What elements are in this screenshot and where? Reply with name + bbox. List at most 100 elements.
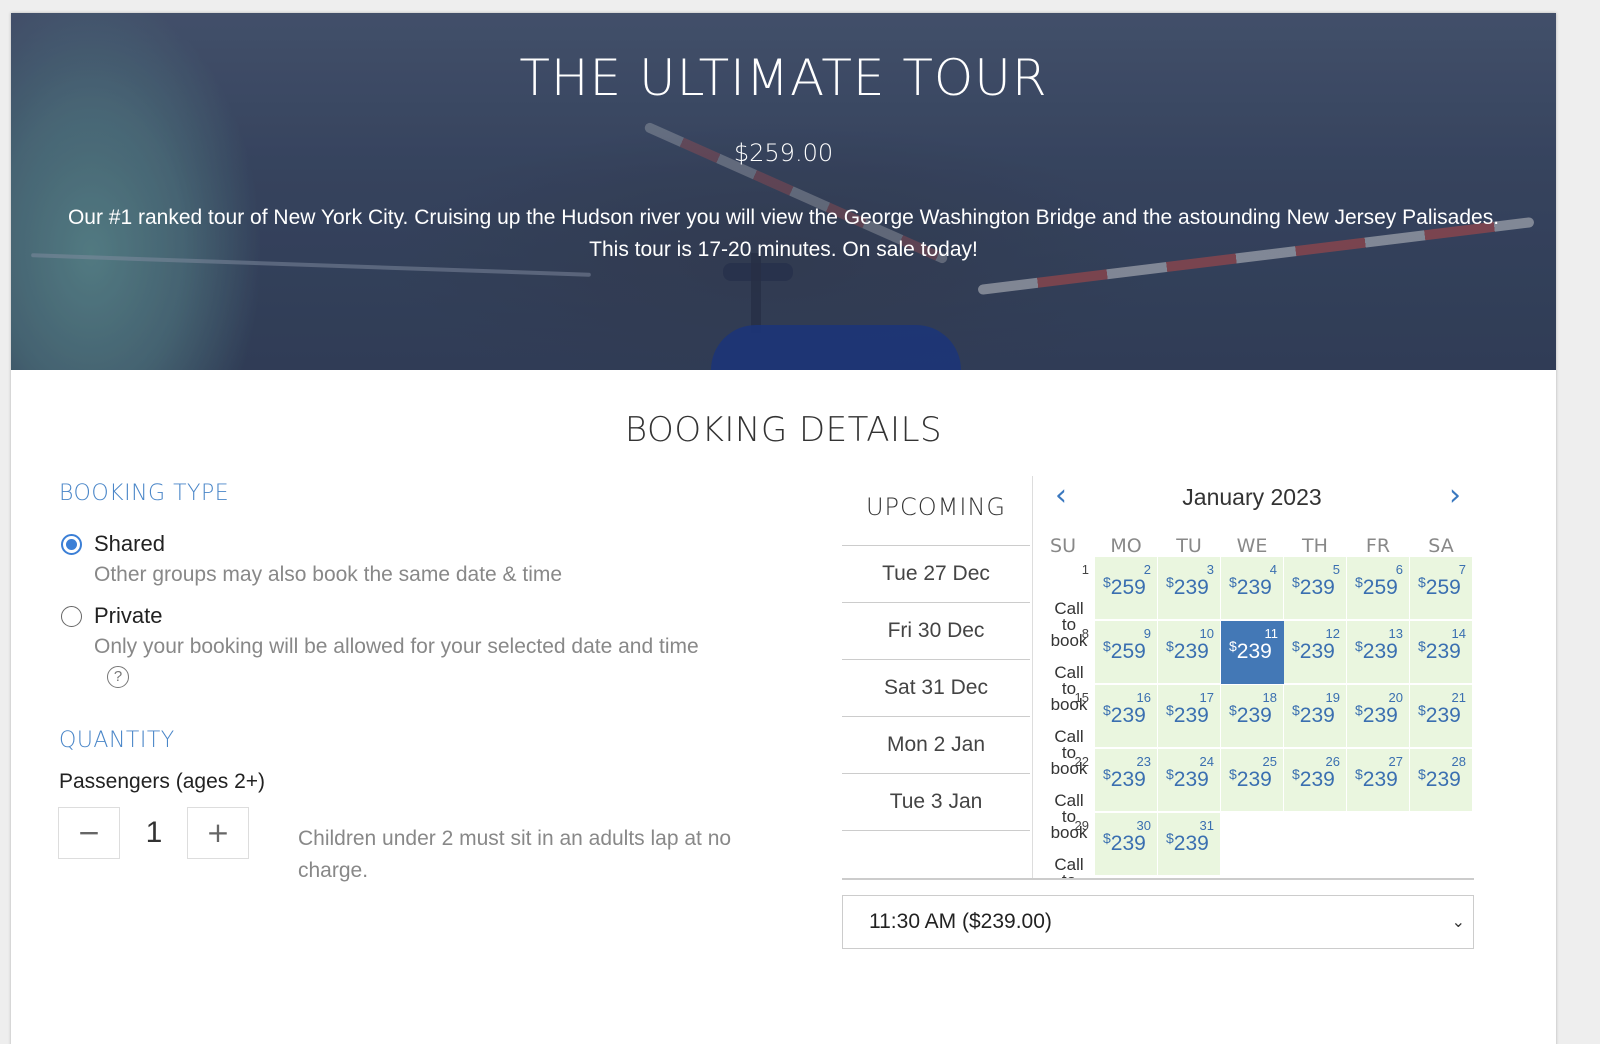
calendar-day[interactable]: 17 $239 bbox=[1158, 685, 1221, 748]
calendar-day[interactable]: 30 $239 bbox=[1095, 813, 1158, 876]
calendar-bottom-divider bbox=[842, 878, 1474, 880]
calendar-day-number: 16 bbox=[1136, 690, 1151, 705]
upcoming-date[interactable]: Tue 27 Dec bbox=[842, 545, 1030, 602]
quantity-label: QUANTITY bbox=[59, 728, 175, 753]
calendar-day-number: 24 bbox=[1199, 754, 1214, 769]
tour-price: $259.00 bbox=[733, 139, 834, 167]
time-select-value: 11:30 AM ($239.00) bbox=[869, 910, 1052, 933]
weekday-label: TH bbox=[1302, 535, 1328, 557]
calendar-month-title: January 2023 bbox=[1182, 484, 1322, 510]
calendar-day[interactable]: 9 $259 bbox=[1095, 621, 1158, 684]
calendar-day-number: 7 bbox=[1458, 562, 1466, 577]
calendar-day[interactable]: 28 $239 bbox=[1410, 749, 1473, 812]
calendar-day-price: $239 bbox=[1229, 766, 1272, 791]
help-icon[interactable]: ? bbox=[107, 666, 129, 688]
calendar-day-price: $239 bbox=[1229, 574, 1272, 599]
call-to-book-text: Call to book bbox=[1054, 855, 1084, 879]
children-note: Children under 2 must sit in an adults l… bbox=[298, 827, 732, 882]
calendar-day-number: 8 bbox=[1081, 626, 1089, 641]
upcoming-date[interactable]: Mon 2 Jan bbox=[842, 716, 1030, 773]
calendar-day-number: 12 bbox=[1325, 626, 1340, 641]
calendar-day-number: 6 bbox=[1395, 562, 1403, 577]
calendar-day-number: 11 bbox=[1264, 626, 1279, 641]
calendar-day[interactable]: 16 $239 bbox=[1095, 685, 1158, 748]
calendar-day-number: 31 bbox=[1199, 818, 1214, 833]
calendar-day-call-to-book: 15 Call to book bbox=[1032, 685, 1095, 777]
calendar-day-call-to-book: 8 Call to book bbox=[1032, 621, 1095, 713]
calendar-day-price: $239 bbox=[1166, 702, 1209, 727]
calendar-day-number: 13 bbox=[1388, 626, 1403, 641]
chevron-down-icon: ⌄ bbox=[1451, 912, 1465, 931]
calendar-day-number: 23 bbox=[1136, 754, 1151, 769]
calendar-day[interactable]: 26 $239 bbox=[1284, 749, 1347, 812]
calendar-day-price: $239 bbox=[1355, 702, 1398, 727]
upcoming-divider bbox=[842, 830, 1030, 878]
private-radio[interactable] bbox=[61, 606, 82, 627]
calendar-grid: 1 Call to book 2 $259 3 $239 4 $239 5 $239 6 $259 7 $… bbox=[1032, 557, 1474, 879]
calendar-day[interactable]: 4 $239 bbox=[1221, 557, 1284, 620]
shared-radio[interactable] bbox=[61, 534, 82, 555]
calendar-day-number: 15 bbox=[1074, 690, 1089, 705]
calendar-day-price: $239 bbox=[1418, 766, 1461, 791]
weekday-label: SA bbox=[1428, 535, 1454, 557]
weekday-label: MO bbox=[1110, 535, 1142, 557]
calendar-day-price: $239 bbox=[1103, 702, 1146, 727]
weekday-label: TU bbox=[1176, 535, 1202, 557]
calendar-day-price: $259 bbox=[1418, 574, 1461, 599]
calendar-day[interactable]: 2 $259 bbox=[1095, 557, 1158, 620]
increase-quantity-button[interactable]: + bbox=[187, 807, 249, 859]
calendar-day-number: 30 bbox=[1136, 818, 1151, 833]
weekday-label: FR bbox=[1365, 535, 1391, 557]
upcoming-date[interactable]: Sat 31 Dec bbox=[842, 659, 1030, 716]
calendar-day[interactable]: 31 $239 bbox=[1158, 813, 1221, 876]
chevron-right-icon[interactable]: › bbox=[1449, 481, 1461, 511]
calendar-day[interactable]: 7 $259 bbox=[1410, 557, 1473, 620]
weekday-label: SU bbox=[1050, 535, 1076, 557]
booking-details-heading: BOOKING DETAILS bbox=[624, 410, 943, 450]
chevron-left-icon[interactable]: ‹ bbox=[1055, 481, 1067, 511]
decrease-quantity-button[interactable]: − bbox=[58, 807, 120, 859]
calendar-day[interactable]: 13 $239 bbox=[1347, 621, 1410, 684]
upcoming-date[interactable]: Tue 3 Jan bbox=[842, 773, 1030, 830]
calendar-day-price: $239 bbox=[1418, 638, 1461, 663]
calendar-day-price: $239 bbox=[1292, 574, 1335, 599]
calendar-day-price: $239 bbox=[1292, 702, 1335, 727]
calendar-day[interactable]: 27 $239 bbox=[1347, 749, 1410, 812]
time-select[interactable]: 11:30 AM ($239.00) ⌄ bbox=[842, 895, 1474, 949]
calendar-day-price: $259 bbox=[1103, 638, 1146, 663]
passengers-label: Passengers (ages 2+) bbox=[59, 770, 266, 793]
calendar-day-number: 25 bbox=[1262, 754, 1277, 769]
calendar-day[interactable]: 6 $259 bbox=[1347, 557, 1410, 620]
shared-label[interactable]: Shared bbox=[94, 531, 165, 557]
calendar-day[interactable]: 10 $239 bbox=[1158, 621, 1221, 684]
calendar-day[interactable]: 19 $239 bbox=[1284, 685, 1347, 748]
private-description: Only your booking will be allowed for yo… bbox=[94, 635, 699, 658]
calendar-day-number: 9 bbox=[1143, 626, 1151, 641]
private-label[interactable]: Private bbox=[94, 603, 162, 629]
upcoming-heading: UPCOMING bbox=[865, 493, 1007, 521]
tour-title: THE ULTIMATE TOUR bbox=[519, 49, 1048, 107]
calendar-day-call-to-book: 22 Call to book bbox=[1032, 749, 1095, 841]
calendar-day[interactable]: 24 $239 bbox=[1158, 749, 1221, 812]
calendar-day-selected[interactable]: 11 $239 bbox=[1221, 621, 1284, 684]
calendar-day-number: 22 bbox=[1074, 754, 1089, 769]
calendar-day[interactable]: 23 $239 bbox=[1095, 749, 1158, 812]
calendar-day-price: $239 bbox=[1355, 766, 1398, 791]
calendar-day-number: 10 bbox=[1199, 626, 1214, 641]
calendar-day-price: $239 bbox=[1166, 638, 1209, 663]
calendar-day-number: 28 bbox=[1451, 754, 1466, 769]
calendar-day[interactable]: 5 $239 bbox=[1284, 557, 1347, 620]
calendar-day[interactable]: 3 $239 bbox=[1158, 557, 1221, 620]
calendar-day[interactable]: 18 $239 bbox=[1221, 685, 1284, 748]
calendar-day-number: 1 bbox=[1081, 562, 1089, 577]
calendar-day[interactable]: 14 $239 bbox=[1410, 621, 1473, 684]
calendar-day-price: $239 bbox=[1292, 766, 1335, 791]
calendar-day[interactable]: 25 $239 bbox=[1221, 749, 1284, 812]
upcoming-date[interactable]: Fri 30 Dec bbox=[842, 602, 1030, 659]
calendar-day[interactable]: 21 $239 bbox=[1410, 685, 1473, 748]
calendar-day[interactable]: 12 $239 bbox=[1284, 621, 1347, 684]
weekday-label: WE bbox=[1236, 535, 1268, 557]
quantity-value: 1 bbox=[145, 816, 163, 849]
calendar-day-number: 4 bbox=[1269, 562, 1277, 577]
calendar-day[interactable]: 20 $239 bbox=[1347, 685, 1410, 748]
